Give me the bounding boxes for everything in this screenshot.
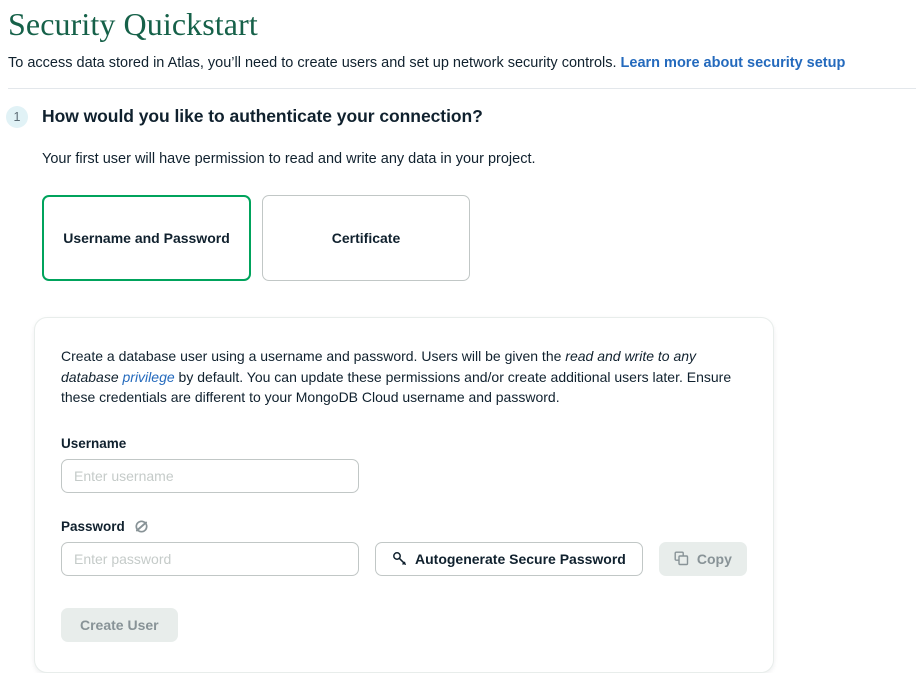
step-1-description: Your first user will have permission to … [42, 151, 536, 167]
password-label-text: Password [61, 518, 125, 534]
autogenerate-password-label: Autogenerate Secure Password [415, 550, 626, 567]
copy-button[interactable]: Copy [658, 541, 747, 576]
eye-off-icon[interactable] [133, 519, 150, 534]
create-user-button[interactable]: Create User [61, 607, 178, 642]
copy-button-label: Copy [696, 550, 732, 567]
auth-option-username-password[interactable]: Username and Password [42, 195, 251, 281]
step-number-badge: 1 [6, 106, 28, 128]
page-subtitle: To access data stored in Atlas, you’ll n… [8, 53, 916, 73]
autogenerate-password-button[interactable]: Autogenerate Secure Password [375, 541, 643, 576]
username-label: Username [61, 436, 747, 451]
create-user-description: Create a database user using a username … [61, 346, 747, 408]
page-title: Security Quickstart [8, 6, 258, 42]
step-1-heading: How would you like to authenticate your … [42, 106, 483, 126]
privilege-link[interactable]: privilege [123, 369, 175, 385]
username-label-text: Username [61, 435, 127, 451]
page-header: Security Quickstart To access data store… [0, 0, 924, 89]
password-label: Password [61, 519, 747, 534]
password-row: Autogenerate Secure Password Copy [61, 541, 747, 576]
auth-method-options: Username and Password Certificate [42, 195, 924, 281]
step-1-header: 1 How would you like to authenticate you… [0, 89, 924, 129]
auth-option-certificate[interactable]: Certificate [262, 195, 470, 281]
create-user-panel: Create a database user using a username … [34, 317, 774, 673]
step-1-body: Your first user will have permission to … [0, 149, 924, 281]
key-icon [392, 551, 407, 566]
page-subtitle-text: To access data stored in Atlas, you’ll n… [8, 55, 617, 71]
learn-more-link[interactable]: Learn more about security setup [621, 55, 846, 71]
username-input[interactable] [61, 458, 359, 493]
copy-icon [674, 551, 689, 566]
password-input[interactable] [61, 541, 359, 576]
description-part-1: Create a database user using a username … [61, 348, 566, 364]
